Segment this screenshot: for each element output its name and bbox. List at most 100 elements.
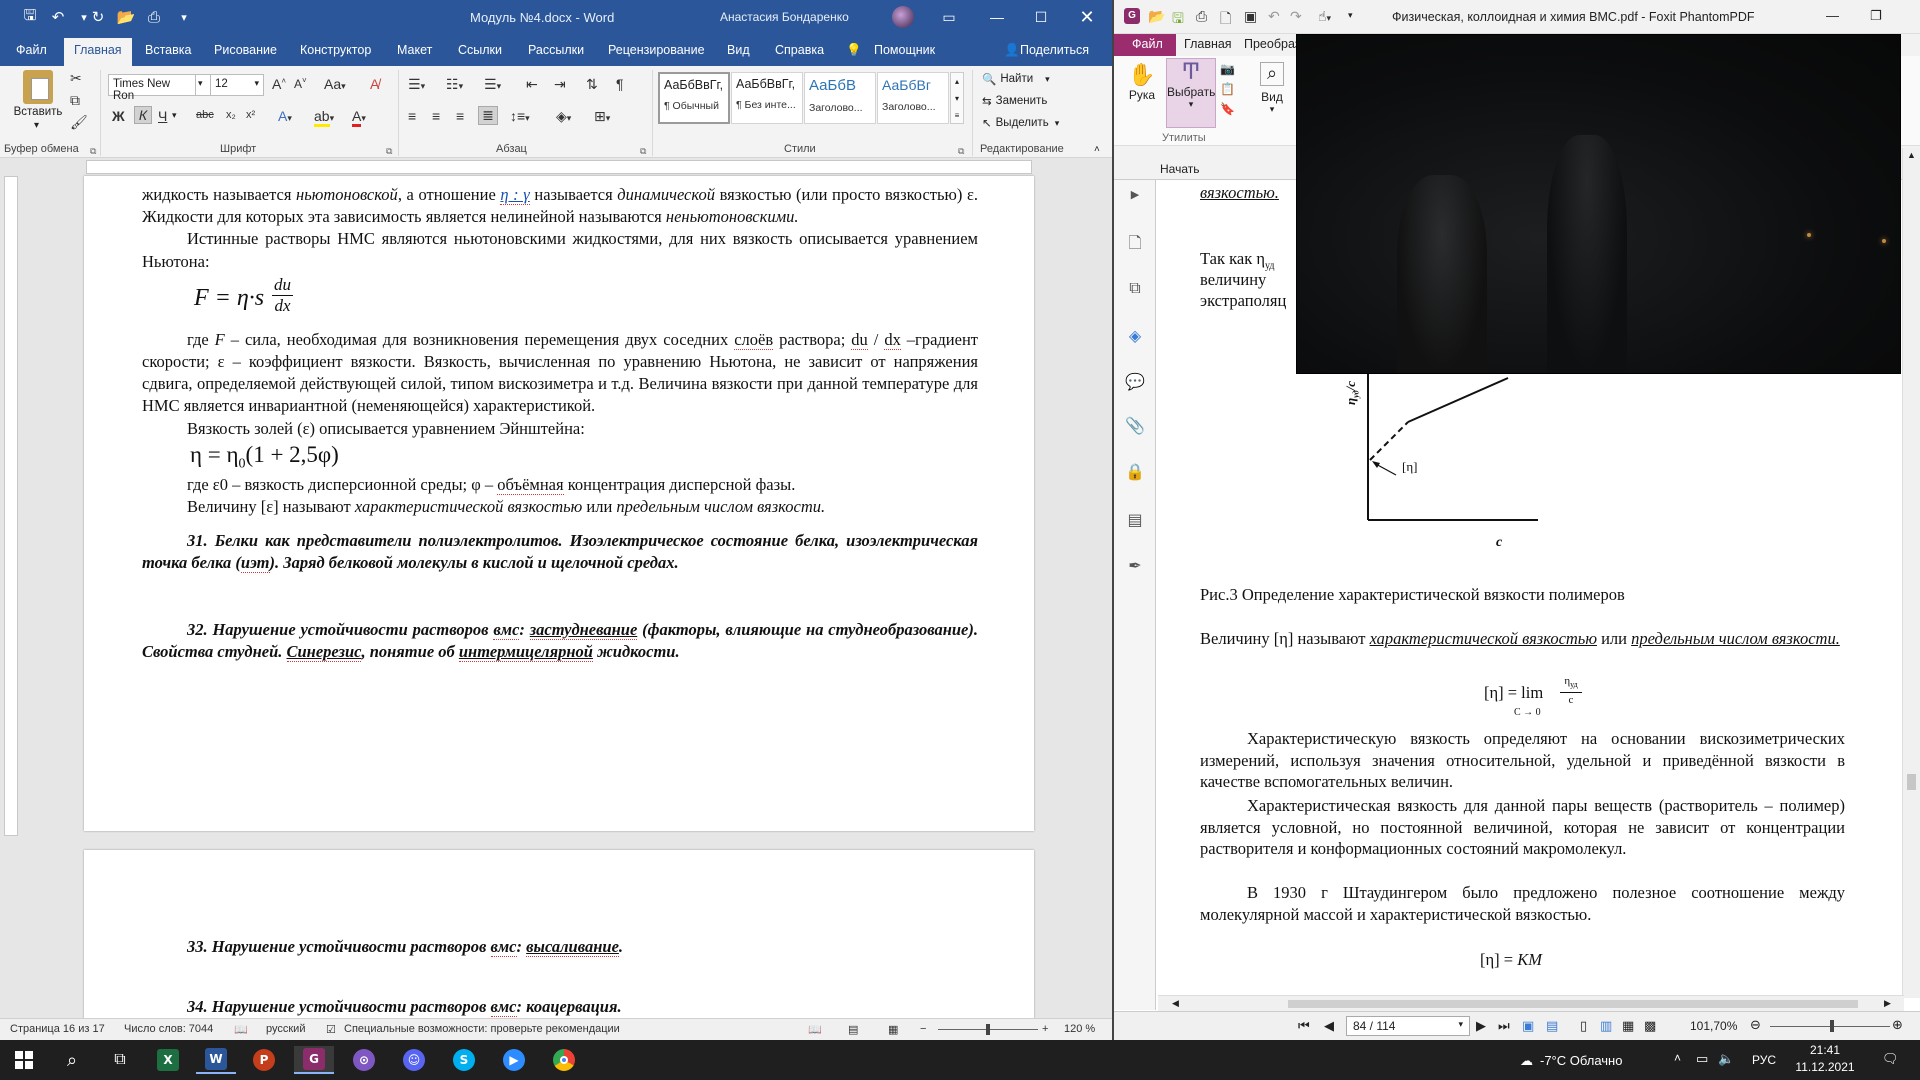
style-heading-1[interactable]: АаБбВ Заголово... [804, 72, 876, 124]
accessibility-status[interactable]: Специальные возможности: проверьте реком… [344, 1023, 620, 1035]
video-overlay[interactable] [1297, 35, 1900, 373]
zoom-in-icon[interactable]: ⊕ [1892, 1017, 1903, 1033]
paragraph-launcher-icon[interactable]: ⧉ [640, 146, 646, 157]
weather-icon[interactable]: ☁ [1520, 1053, 1533, 1069]
volume-icon[interactable]: 🔈 [1718, 1051, 1734, 1067]
continuous-view-icon[interactable]: ▤ [1546, 1018, 1558, 1034]
skype-icon[interactable]: S [444, 1046, 484, 1074]
print-icon[interactable]: ⎙ [1196, 8, 1207, 25]
next-page-icon[interactable]: ▶ [1476, 1018, 1486, 1034]
underline-icon[interactable]: Ч [158, 108, 167, 124]
tab-home[interactable]: Главная [64, 38, 132, 66]
horizontal-ruler[interactable] [0, 158, 1112, 176]
ribbon-display-icon[interactable]: ▭ [926, 0, 972, 34]
bullets-icon[interactable]: ☰▾ [408, 76, 425, 93]
form-icon[interactable]: ▤ [1125, 510, 1145, 530]
signature-icon[interactable]: ✒ [1125, 556, 1145, 576]
input-language[interactable]: РУС [1752, 1053, 1776, 1067]
print-layout-icon[interactable]: ▤ [848, 1023, 858, 1036]
continuous-page-icon[interactable]: ▥ [1600, 1018, 1612, 1034]
pdf-hscroll-thumb[interactable] [1288, 1000, 1858, 1008]
underline-dropdown-icon[interactable]: ▾ [172, 110, 177, 121]
styles-scroll[interactable]: ▴ ▾ ≡ [950, 72, 964, 124]
pages-icon[interactable]: ⧉ [1125, 280, 1145, 300]
paste-button[interactable]: Вставить [12, 70, 64, 122]
clipboard-launcher-icon[interactable]: ⧉ [90, 146, 96, 157]
highlight-icon[interactable]: ab▾ [314, 108, 334, 127]
pdf-horizontal-scrollbar[interactable]: ◀ ▶ [1158, 995, 1904, 1011]
select-tool-button[interactable]: Ͳ Выбрать ▾ [1166, 58, 1216, 128]
tab-draw[interactable]: Рисование [214, 43, 277, 57]
task-view-icon[interactable]: ⧉ [100, 1046, 140, 1074]
scroll-right-icon[interactable]: ▶ [1884, 998, 1891, 1009]
multilevel-list-icon[interactable]: ☰▾ [484, 76, 501, 93]
tab-design[interactable]: Конструктор [300, 43, 371, 57]
page-icon[interactable]: 🗋 [1125, 232, 1145, 252]
tab-view[interactable]: Вид [727, 43, 750, 57]
tab-convert[interactable]: Преобраз [1244, 37, 1301, 51]
avatar[interactable] [892, 6, 914, 28]
quick-print-icon[interactable]: ⎙ [140, 0, 168, 34]
decrease-indent-icon[interactable]: ⇤ [526, 76, 538, 93]
open-file-icon[interactable]: 📂 [112, 0, 140, 34]
tab-home[interactable]: Главная [1184, 37, 1232, 51]
clock[interactable]: 21:41 11.12.2021 [1790, 1043, 1860, 1074]
bookmark-icon[interactable]: 🔖 [1220, 102, 1235, 116]
grow-font-icon[interactable]: A˄ [272, 76, 286, 92]
font-name-box[interactable]: Times New Ron [108, 74, 196, 102]
undo-icon[interactable]: ↶ [1268, 8, 1280, 25]
italic-icon[interactable]: К [134, 106, 152, 124]
page-view-icon[interactable]: ▣ [1522, 1018, 1534, 1034]
read-mode-icon[interactable]: 📖 [808, 1023, 822, 1036]
find-button[interactable]: 🔍 Найти ▾ [982, 72, 1050, 86]
customize-icon[interactable]: ▾ [1348, 10, 1353, 21]
undo-icon[interactable]: ↶ [44, 0, 72, 34]
change-case-icon[interactable]: Aa▾ [324, 76, 346, 92]
weather[interactable]: -7°C Облачно [1540, 1053, 1622, 1068]
single-page-icon[interactable]: ▯ [1580, 1018, 1587, 1034]
tab-start[interactable]: Начать [1160, 162, 1200, 176]
styles-launcher-icon[interactable]: ⧉ [958, 146, 964, 157]
strikethrough-icon[interactable]: abc [196, 109, 214, 121]
new-doc-icon[interactable]: 🗋 [1220, 8, 1231, 32]
scroll-up-icon[interactable]: ▲ [1907, 150, 1916, 160]
clipboard-icon[interactable]: 📋 [1220, 82, 1235, 96]
user-name[interactable]: Анастасия Бондаренко [720, 10, 849, 24]
tab-file[interactable]: Файл [1114, 34, 1176, 56]
increase-indent-icon[interactable]: ⇥ [554, 76, 566, 93]
tab-help[interactable]: Справка [775, 43, 824, 57]
accessibility-icon[interactable]: ☑ [326, 1023, 336, 1036]
language[interactable]: русский [266, 1023, 305, 1035]
zoom-out-icon[interactable]: − [920, 1023, 926, 1035]
expand-panel-icon[interactable]: ▶ [1125, 188, 1145, 208]
last-page-icon[interactable]: ⏭ [1498, 1018, 1510, 1034]
save-icon[interactable]: 🖫 [16, 0, 44, 34]
shading-icon[interactable]: ◈▾ [556, 108, 571, 125]
maximize-icon[interactable]: ☐ [1018, 0, 1064, 34]
powerpoint-icon[interactable]: P [244, 1046, 284, 1074]
subscript-icon[interactable]: x₂ [226, 109, 236, 121]
tab-layout[interactable]: Макет [397, 43, 432, 57]
collapse-ribbon-icon[interactable]: ˄ [1094, 144, 1100, 155]
restore-icon[interactable]: ❐ [1870, 8, 1882, 24]
word-vertical-scrollbar[interactable] [1036, 176, 1050, 1018]
customize-toolbar-icon[interactable]: ▾ [170, 0, 198, 34]
snapshot-icon[interactable]: 📷 [1220, 62, 1235, 76]
page-count[interactable]: Страница 16 из 17 [10, 1023, 105, 1035]
document-page[interactable]: жидкость называется ньютоновской, а отно… [84, 176, 1034, 831]
open-icon[interactable]: 📂 [1148, 8, 1165, 25]
page-number-input[interactable]: 84 / 114 ▾ [1346, 1016, 1470, 1036]
layers-icon[interactable]: ◈ [1125, 326, 1145, 346]
document-page-2[interactable]: 33. Нарушение устойчивости растворов вмс… [84, 850, 1034, 1020]
pdf-zoom-thumb[interactable] [1830, 1020, 1834, 1032]
save-icon[interactable]: 🖫 [1172, 8, 1184, 32]
tab-insert[interactable]: Вставка [145, 43, 191, 57]
chrome-icon[interactable] [544, 1046, 584, 1074]
lock-icon[interactable]: 🔒 [1125, 462, 1145, 482]
telegram-icon[interactable]: ⊙ [344, 1046, 384, 1074]
replace-button[interactable]: ⇆ Заменить [982, 94, 1047, 108]
pdf-vertical-scrollbar[interactable]: ▲ [1902, 148, 1920, 998]
tab-references[interactable]: Ссылки [458, 43, 502, 57]
discord-icon[interactable]: ☺ [394, 1046, 434, 1074]
foxit-icon[interactable]: G [294, 1046, 334, 1074]
